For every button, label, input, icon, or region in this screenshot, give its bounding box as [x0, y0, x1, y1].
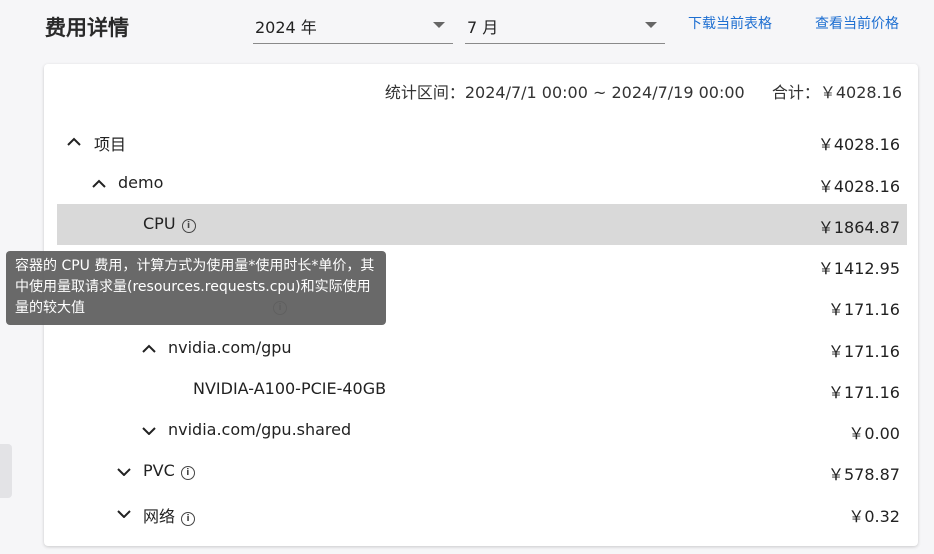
tree-row-label: nvidia.com/gpu — [168, 338, 292, 357]
view-price-link[interactable]: 查看当前价格 — [815, 13, 899, 33]
cpu-info-tooltip: 容器的 CPU 费用，计算方式为使用量*使用时长*单价，其中使用量取请求量(re… — [6, 251, 386, 325]
tree-row-amount: ￥0.00 — [848, 424, 900, 443]
tree-row-label: NVIDIA-A100-PCIE-40GB — [193, 379, 387, 398]
chevron-up-icon[interactable] — [66, 133, 82, 149]
tree-row-amount: ￥1864.87 — [817, 218, 900, 237]
tree-row-demo[interactable]: demo ￥4028.16 — [57, 163, 907, 204]
tree-row-cpu[interactable]: CPU i ￥1864.87 — [57, 204, 907, 245]
dropdown-caret-icon — [645, 22, 657, 28]
tree-row-label: 网络 — [143, 507, 176, 526]
tree-row-a100[interactable]: NVIDIA-A100-PCIE-40GB ￥171.16 — [57, 369, 907, 410]
stat-range: 统计区间：2024/7/1 00:00 ~ 2024/7/19 00:00 — [384, 83, 745, 102]
side-drawer-handle[interactable] — [0, 444, 12, 498]
tree-row-nvidia-gpu[interactable]: nvidia.com/gpu ￥171.16 — [57, 328, 907, 369]
tree-row-amount: ￥4028.16 — [817, 177, 900, 196]
cost-summary: 统计区间：2024/7/1 00:00 ~ 2024/7/19 00:00 合计… — [385, 79, 902, 103]
month-select[interactable]: 7 月 — [465, 6, 665, 44]
download-table-link[interactable]: 下载当前表格 — [688, 13, 772, 33]
tree-row-label: CPU — [143, 214, 176, 233]
total-amount: 合计：￥4028.16 — [771, 83, 902, 102]
tree-row-amount: ￥1412.95 — [817, 259, 900, 278]
tree-row-amount: ￥171.16 — [828, 300, 900, 319]
tree-row-label: nvidia.com/gpu.shared — [168, 420, 352, 439]
tree-row-gpu-shared[interactable]: nvidia.com/gpu.shared ￥0.00 — [57, 410, 907, 451]
chevron-up-icon[interactable] — [141, 340, 157, 356]
chevron-down-icon[interactable] — [116, 505, 132, 521]
tree-row-network[interactable]: 网络 i ￥0.32 — [57, 493, 907, 534]
tree-row-label: demo — [118, 173, 164, 192]
info-icon[interactable]: i — [181, 512, 196, 526]
tree-row-amount: ￥171.16 — [828, 383, 900, 402]
tree-row-amount: ￥578.87 — [828, 465, 900, 484]
tree-row-amount: ￥0.32 — [848, 507, 900, 526]
chevron-up-icon[interactable] — [91, 175, 107, 191]
chevron-down-icon[interactable] — [141, 422, 157, 438]
tree-row-amount: ￥4028.16 — [817, 135, 900, 154]
chevron-down-icon[interactable] — [116, 463, 132, 479]
tree-row-project[interactable]: 项目 ￥4028.16 — [57, 121, 907, 162]
info-icon[interactable]: i — [181, 219, 196, 233]
tree-row-label: PVC — [143, 461, 175, 480]
year-select[interactable]: 2024 年 — [253, 6, 453, 44]
dropdown-caret-icon — [433, 22, 445, 28]
month-select-value: 7 月 — [467, 18, 499, 37]
tree-row-amount: ￥171.16 — [828, 342, 900, 361]
info-icon[interactable]: i — [180, 466, 195, 480]
tree-row-label: 项目 — [94, 135, 127, 154]
year-select-value: 2024 年 — [255, 18, 317, 37]
page-title: 费用详情 — [45, 16, 129, 40]
tree-row-pvc[interactable]: PVC i ￥578.87 — [57, 451, 907, 492]
